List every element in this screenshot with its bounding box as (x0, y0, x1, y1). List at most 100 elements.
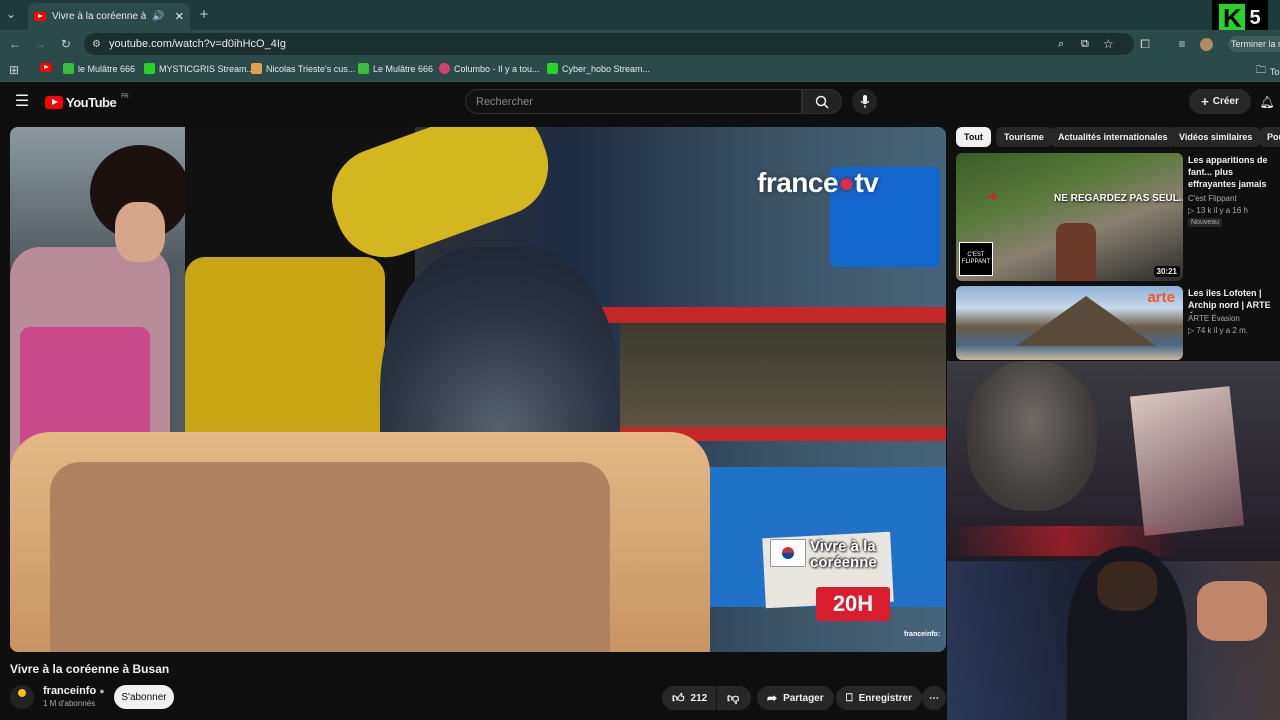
watermark-text: tv (854, 167, 879, 198)
video-title: Vivre à la coréenne à Busan (10, 662, 170, 676)
youtube-favicon-icon (34, 12, 46, 21)
speaker-icon[interactable]: 🔊 (152, 11, 164, 22)
save-label: Enregistrer (858, 692, 912, 704)
bookmark-item[interactable]: Cyber_hobo Stream... (547, 63, 650, 74)
more-horizontal-icon: ⋯ (929, 692, 939, 704)
thumbs-down-icon: 👎︎ (727, 690, 740, 705)
program-promo: Vivre à la coréenne 20H (762, 531, 894, 625)
install-app-icon[interactable]: ⧉ (1081, 38, 1089, 51)
franceinfo-corner-logo: franceinfo: (904, 631, 941, 638)
channel-avatar[interactable] (10, 685, 34, 709)
youtube-logo[interactable]: YouTube FR (45, 94, 129, 110)
all-bookmarks-folder[interactable]: 🗀 To (1256, 63, 1280, 80)
extensions-icon[interactable]: ⧠ (1136, 35, 1154, 53)
play-favicon-icon (63, 63, 74, 74)
recommendation-thumbnail[interactable]: arte (956, 286, 1183, 360)
chip-tourisme[interactable]: Tourisme (996, 127, 1052, 147)
subscribe-button[interactable]: S'abonner (114, 685, 174, 709)
address-bar[interactable]: ⚙ youtube.com/watch?v=d0ihHcO_4Ig ⌕ ⧉ ☆ (84, 33, 1134, 55)
thumbnail-caption: NE REGARDEZ PAS SEUL... (1054, 193, 1183, 204)
columbo-favicon-icon (439, 63, 450, 74)
recommendation-channel[interactable]: C'est Flippant (1188, 194, 1237, 203)
promo-time: 20H (816, 587, 890, 621)
overlay-badge-number: 5 (1249, 6, 1261, 29)
bookmark-label: Cyber_hobo Stream... (562, 63, 651, 74)
france-tv-watermark: france●tv (757, 167, 879, 198)
recommendation-meta: ▷ 74 k il y a 2 m. (1188, 326, 1248, 335)
recommendation-title[interactable]: Les apparitions de fant... plus effrayan… (1188, 154, 1280, 192)
forward-icon[interactable]: → (31, 35, 49, 53)
arrow-icon: ➜ (986, 188, 998, 204)
video-player[interactable]: france●tv Vivre à la coréenne 20H france… (10, 127, 946, 652)
duration-badge: 30:21 (1153, 266, 1180, 277)
share-icon: ➦ (767, 691, 778, 705)
kick-favicon-icon (144, 63, 155, 74)
channel-name-text: franceinfo (43, 685, 97, 697)
like-count: 212 (690, 692, 708, 704)
recommendation-title[interactable]: Les îles Lofoten | Archip nord | ARTE Év… (1188, 287, 1280, 313)
video-scene-tank (600, 307, 946, 323)
bookmark-item[interactable]: Le Mulâtre 666 (358, 63, 433, 74)
promo-title: Vivre à la coréenne (810, 538, 877, 571)
video-scene-worker (185, 257, 385, 457)
search-button[interactable] (802, 89, 842, 114)
kick-favicon-icon (547, 63, 558, 74)
microphone-icon (860, 94, 869, 108)
zoom-icon[interactable]: ⌕ (1058, 38, 1064, 51)
folder-icon: 🗀 (1256, 65, 1266, 76)
youtube-header: ☰ YouTube FR Rechercher + Créer 🔔︎ (0, 83, 1280, 121)
channel-name[interactable]: franceinfo ● (43, 685, 105, 697)
chip-actualites-internationales[interactable]: Actualités internationales (1050, 127, 1176, 147)
youtube-logo-icon (45, 96, 63, 109)
chip-more[interactable]: Pou (1259, 127, 1280, 147)
url-text: youtube.com/watch?v=d0ihHcO_4Ig (108, 38, 286, 50)
dislike-button[interactable]: 👎︎ (717, 686, 751, 710)
video-scene-bin (50, 462, 610, 652)
logo-text: YouTube (66, 95, 117, 110)
plus-icon: + (1201, 94, 1209, 109)
bookmark-item[interactable]: MYSTICGRIS Stream... (144, 63, 254, 74)
recommendation-channel[interactable]: ARTE Évasion (1188, 314, 1240, 323)
recommendation-thumbnail[interactable]: NE REGARDEZ PAS SEUL... ➜ C'EST FLIPPANT… (956, 153, 1183, 281)
profile-button[interactable]: Terminer la m (1228, 36, 1280, 52)
browser-tab-bar: ⌄ Vivre à la coréenne à Busan 🔊 ✕ + (0, 0, 1280, 30)
bookmark-item[interactable]: Nicolas Trieste's cus... (251, 63, 355, 74)
rabbit-favicon-icon (251, 63, 262, 74)
site-info-icon[interactable]: ⚙ (92, 39, 101, 50)
menu-icon[interactable]: ☰ (13, 92, 31, 110)
watermark-text: france (757, 167, 839, 198)
browser-tab[interactable]: Vivre à la coréenne à Busan 🔊 ✕ (28, 3, 190, 30)
youtube-favicon-icon (40, 63, 52, 72)
notifications-bell-icon[interactable]: 🔔︎ (1258, 93, 1276, 111)
bookmark-item[interactable]: Columbo - Il y a tou... (439, 63, 540, 74)
voice-search-button[interactable] (852, 89, 877, 114)
save-button[interactable]: ⎕ Enregistrer (836, 686, 922, 710)
bookmark-label: To (1270, 66, 1280, 77)
profile-avatar[interactable] (1200, 38, 1213, 51)
apps-grid-icon[interactable]: ⊞ (5, 61, 23, 79)
bookmark-item[interactable]: le Mulâtre 666 (63, 63, 135, 74)
chip-tout[interactable]: Tout (956, 127, 991, 147)
channel-logo-badge: C'EST FLIPPANT (959, 242, 993, 276)
new-tab-icon[interactable]: + (195, 5, 213, 23)
reload-icon[interactable]: ↻ (57, 35, 75, 53)
korea-flag-icon (770, 539, 806, 567)
close-tab-icon[interactable]: ✕ (175, 10, 184, 23)
new-badge: Nouveau (1188, 218, 1223, 227)
reading-list-icon[interactable]: ≡ (1173, 35, 1191, 53)
bookmark-label: Nicolas Trieste's cus... (266, 63, 356, 74)
play-favicon-icon (358, 63, 369, 74)
bookmark-icon: ⎕ (846, 691, 853, 704)
create-button[interactable]: + Créer (1189, 89, 1251, 114)
bookmark-youtube[interactable] (40, 63, 52, 72)
share-button[interactable]: ➦ Partager (757, 686, 834, 710)
tab-list-chevron-icon[interactable]: ⌄ (2, 5, 20, 23)
webcam-scene-portrait (1129, 386, 1245, 536)
back-icon[interactable]: ← (6, 35, 24, 53)
create-label: Créer (1212, 96, 1239, 107)
bookmark-star-icon[interactable]: ☆ (1103, 37, 1114, 51)
like-button[interactable]: 👍︎ 212 (662, 686, 716, 710)
search-input[interactable]: Rechercher (465, 89, 802, 114)
chip-videos-similaires[interactable]: Vidéos similaires (1171, 127, 1261, 147)
more-actions-button[interactable]: ⋯ (922, 686, 946, 710)
